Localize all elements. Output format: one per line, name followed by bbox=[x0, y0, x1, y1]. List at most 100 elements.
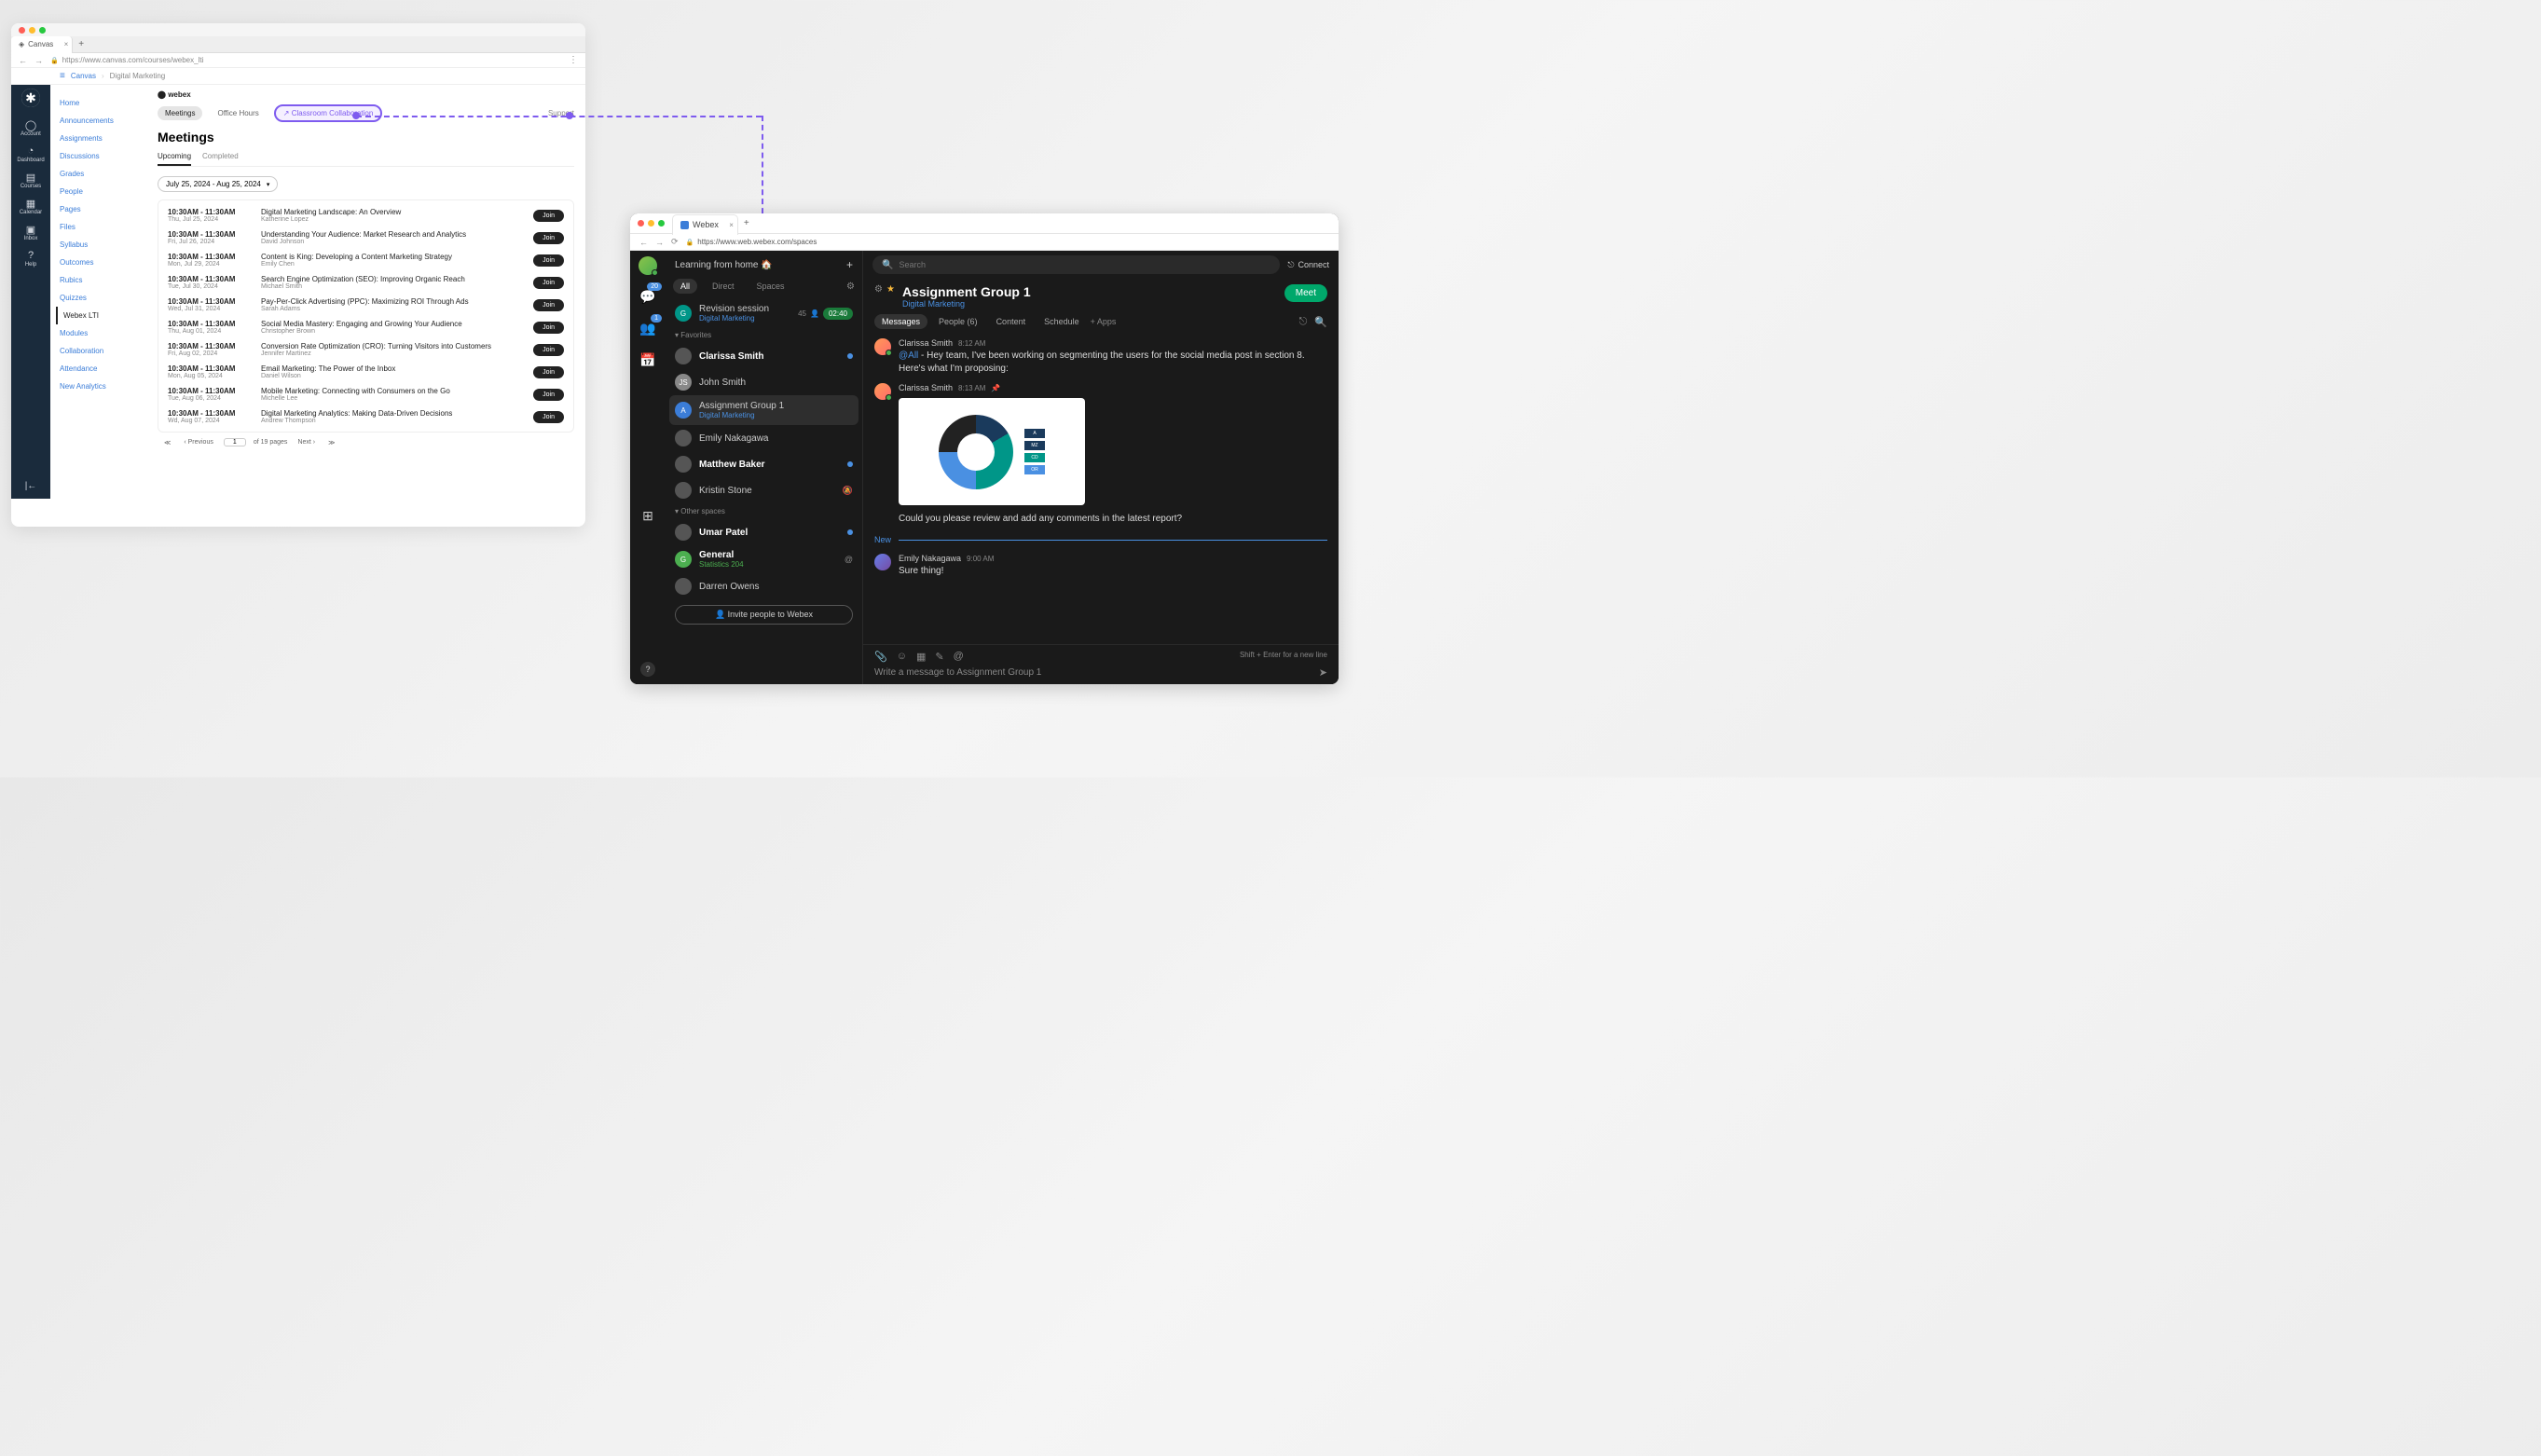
sidemenu-item[interactable]: Rubics bbox=[56, 271, 148, 289]
tab-support[interactable]: Support bbox=[548, 109, 574, 117]
subtab-completed[interactable]: Completed bbox=[202, 152, 239, 166]
sidebar-item[interactable]: A Assignment Group 1 Digital Marketing bbox=[669, 395, 858, 425]
last-page-icon[interactable]: ≫ bbox=[325, 439, 337, 446]
emoji-icon[interactable]: ☺ bbox=[897, 651, 907, 663]
add-space-icon[interactable]: + bbox=[846, 258, 853, 271]
maximize-window-icon[interactable] bbox=[39, 27, 46, 34]
join-button[interactable]: Join bbox=[533, 389, 564, 401]
sidemenu-item[interactable]: Attendance bbox=[56, 360, 148, 378]
tab-messages[interactable]: Messages bbox=[874, 314, 927, 329]
hamburger-icon[interactable]: ≡ bbox=[60, 71, 65, 81]
join-button[interactable]: Join bbox=[533, 299, 564, 311]
sidebar-item[interactable]: Kristin Stone 🔕 bbox=[666, 477, 862, 503]
join-button[interactable]: Join bbox=[533, 344, 564, 356]
sidemenu-item[interactable]: Announcements bbox=[56, 112, 148, 130]
tab-schedule[interactable]: Schedule bbox=[1037, 314, 1087, 329]
rail-teams-icon[interactable]: 👥1 bbox=[638, 318, 658, 338]
filter-all[interactable]: All bbox=[673, 279, 697, 294]
connect-button[interactable]: ⎋Connect bbox=[1287, 260, 1329, 270]
canvas-logo-icon[interactable] bbox=[21, 89, 40, 107]
reload-icon[interactable]: ⟳ bbox=[671, 237, 679, 247]
join-button[interactable]: Join bbox=[533, 322, 564, 334]
share-icon[interactable]: ⎋ bbox=[1299, 316, 1308, 328]
sidemenu-item[interactable]: Assignments bbox=[56, 130, 148, 147]
join-button[interactable]: Join bbox=[533, 411, 564, 423]
sidebar-item[interactable]: Darren Owens bbox=[666, 573, 862, 599]
browser-tab-canvas[interactable]: ◈ Canvas × bbox=[11, 36, 73, 53]
date-range-selector[interactable]: July 25, 2024 - Aug 25, 2024 bbox=[158, 176, 278, 192]
close-window-icon[interactable] bbox=[638, 220, 644, 227]
sidemenu-item[interactable]: Pages bbox=[56, 200, 148, 218]
first-page-icon[interactable]: ≪ bbox=[161, 439, 173, 446]
star-icon[interactable]: ★ bbox=[886, 284, 895, 295]
tab-classroom-collaboration[interactable]: ↗ Classroom Collaboration bbox=[274, 104, 383, 122]
forward-icon[interactable]: → bbox=[655, 238, 664, 247]
rail-calendar[interactable]: ▦Calendar bbox=[11, 193, 50, 219]
meet-button[interactable]: Meet bbox=[1284, 284, 1327, 302]
sidebar-item[interactable]: Emily Nakagawa bbox=[666, 425, 862, 451]
sidemenu-item[interactable]: People bbox=[56, 183, 148, 200]
filter-settings-icon[interactable]: ⚙ bbox=[846, 282, 855, 292]
sidebar-item[interactable]: Umar Patel bbox=[666, 519, 862, 545]
page-input[interactable] bbox=[224, 438, 246, 446]
attached-image[interactable]: A MZ CD OR bbox=[899, 398, 1085, 505]
rail-apps-icon[interactable]: ⊞ bbox=[638, 506, 658, 527]
forward-icon[interactable]: → bbox=[34, 56, 43, 65]
tab-apps[interactable]: + Apps bbox=[1091, 317, 1117, 326]
collapse-rail-icon[interactable]: |← bbox=[25, 481, 37, 491]
sidemenu-item[interactable]: Syllabus bbox=[56, 236, 148, 254]
browser-tab-webex[interactable]: Webex × bbox=[672, 214, 738, 235]
sidemenu-item[interactable]: Discussions bbox=[56, 147, 148, 165]
prev-page-button[interactable]: ‹ Previous bbox=[181, 439, 216, 446]
url-text[interactable]: https://www.web.webex.com/spaces bbox=[697, 238, 1329, 246]
attach-icon[interactable]: 📎 bbox=[874, 651, 887, 663]
rail-help[interactable]: ?Help bbox=[11, 245, 50, 271]
minimize-window-icon[interactable] bbox=[648, 220, 654, 227]
new-tab-button[interactable]: + bbox=[73, 39, 89, 49]
join-button[interactable]: Join bbox=[533, 366, 564, 378]
gear-icon[interactable]: ⚙ bbox=[874, 284, 883, 295]
sidemenu-item[interactable]: Home bbox=[56, 94, 148, 112]
subtab-upcoming[interactable]: Upcoming bbox=[158, 152, 191, 166]
rail-calendar-icon[interactable]: 📅 bbox=[638, 350, 658, 370]
join-button[interactable]: Join bbox=[533, 210, 564, 222]
url-menu-icon[interactable]: ⋮ bbox=[569, 55, 578, 65]
sidemenu-item[interactable]: Webex LTI bbox=[56, 307, 148, 324]
back-icon[interactable]: ← bbox=[639, 238, 648, 247]
rail-dashboard[interactable]: ◔Dashboard bbox=[11, 141, 50, 167]
invite-people-button[interactable]: 👤 Invite people to Webex bbox=[675, 605, 853, 625]
breadcrumb-root[interactable]: Canvas bbox=[71, 72, 96, 80]
rail-chat-icon[interactable]: 💬20 bbox=[638, 286, 658, 307]
space-subtitle[interactable]: Digital Marketing bbox=[902, 299, 1031, 309]
new-tab-button[interactable]: + bbox=[738, 218, 755, 228]
join-button[interactable]: Join bbox=[533, 277, 564, 289]
sidebar-item-revision[interactable]: G Revision session Digital Marketing 45👤… bbox=[666, 299, 862, 327]
gif-icon[interactable]: ▦ bbox=[916, 651, 926, 663]
join-button[interactable]: Join bbox=[533, 254, 564, 267]
sidebar-item[interactable]: JS John Smith bbox=[666, 369, 862, 395]
sidemenu-item[interactable]: Collaboration bbox=[56, 342, 148, 360]
self-status[interactable]: Learning from home 🏠 bbox=[675, 260, 773, 270]
sidemenu-item[interactable]: New Analytics bbox=[56, 378, 148, 395]
composer-placeholder[interactable]: Write a message to Assignment Group 1 bbox=[874, 667, 1312, 678]
rail-courses[interactable]: ▤Courses bbox=[11, 167, 50, 193]
sidebar-item[interactable]: Clarissa Smith bbox=[666, 343, 862, 369]
rail-account[interactable]: ◯Account bbox=[11, 115, 50, 141]
search-field[interactable] bbox=[899, 260, 1270, 269]
format-icon[interactable]: ✎ bbox=[935, 651, 943, 663]
tab-content[interactable]: Content bbox=[989, 314, 1034, 329]
close-tab-icon[interactable]: × bbox=[64, 40, 69, 48]
filter-spaces[interactable]: Spaces bbox=[749, 279, 792, 294]
close-window-icon[interactable] bbox=[19, 27, 25, 34]
join-button[interactable]: Join bbox=[533, 232, 564, 244]
search-input[interactable]: 🔍 bbox=[872, 255, 1280, 274]
sidebar-item[interactable]: G General Statistics 204 @ bbox=[666, 545, 862, 573]
maximize-window-icon[interactable] bbox=[658, 220, 665, 227]
rail-inbox[interactable]: ▣Inbox bbox=[11, 219, 50, 245]
sidemenu-item[interactable]: Quizzes bbox=[56, 289, 148, 307]
search-in-space-icon[interactable]: 🔍 bbox=[1314, 316, 1327, 328]
minimize-window-icon[interactable] bbox=[29, 27, 35, 34]
sidemenu-item[interactable]: Outcomes bbox=[56, 254, 148, 271]
mention-at-icon[interactable]: @ bbox=[954, 651, 964, 663]
url-text[interactable]: https://www.canvas.com/courses/webex_lti bbox=[62, 56, 569, 64]
